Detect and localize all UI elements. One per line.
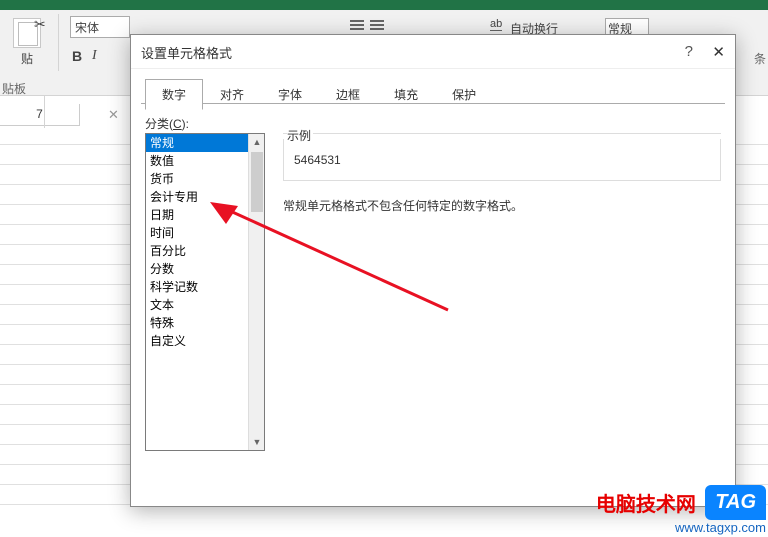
wrap-icon: ab xyxy=(490,18,502,31)
watermark-tag: TAG xyxy=(705,485,766,520)
watermark-cn: 电脑技术网 xyxy=(596,488,696,517)
format-description: 常规单元格格式不包含任何特定的数字格式。 xyxy=(283,197,523,214)
clipboard-group-label: 贴板 xyxy=(2,80,26,97)
cut-icon[interactable]: ✂ xyxy=(34,16,46,33)
sample-value: 5464531 xyxy=(294,153,341,167)
watermark-url: www.tagxp.com xyxy=(596,520,766,535)
tab-font[interactable]: 字体 xyxy=(261,79,319,110)
category-item-accounting[interactable]: 会计专用 xyxy=(146,188,264,206)
scroll-down-icon[interactable]: ▼ xyxy=(249,434,265,450)
scroll-up-icon[interactable]: ▲ xyxy=(249,134,265,150)
category-label-text: 分类( xyxy=(145,117,173,131)
name-box[interactable]: 7 xyxy=(0,104,80,126)
format-cells-dialog: 设置单元格格式 ? ✕ 数字 对齐 字体 边框 填充 保护 分类(C): 常规 … xyxy=(130,34,736,507)
tab-alignment[interactable]: 对齐 xyxy=(203,79,261,110)
category-item-date[interactable]: 日期 xyxy=(146,206,264,224)
category-label: 分类(C): xyxy=(145,115,721,132)
watermark: 电脑技术网 TAG www.tagxp.com xyxy=(596,485,766,535)
category-listbox[interactable]: 常规 数值 货币 会计专用 日期 时间 百分比 分数 科学记数 文本 特殊 自定… xyxy=(145,133,265,451)
paste-label: 贴 xyxy=(4,50,50,67)
category-item-currency[interactable]: 货币 xyxy=(146,170,264,188)
category-label-text: ): xyxy=(182,117,189,131)
align-icon[interactable] xyxy=(350,20,364,31)
tab-number[interactable]: 数字 xyxy=(145,79,203,110)
category-item-text[interactable]: 文本 xyxy=(146,296,264,314)
category-item-number[interactable]: 数值 xyxy=(146,152,264,170)
tab-underline xyxy=(141,103,725,104)
tab-fill[interactable]: 填充 xyxy=(377,79,435,110)
group-separator xyxy=(58,14,59,71)
category-item-special[interactable]: 特殊 xyxy=(146,314,264,332)
category-item-fraction[interactable]: 分数 xyxy=(146,260,264,278)
styles-group-label: 条 xyxy=(754,50,766,67)
category-item-percentage[interactable]: 百分比 xyxy=(146,242,264,260)
category-label-key: C xyxy=(173,117,182,131)
listbox-scrollbar[interactable]: ▲ ▼ xyxy=(248,134,264,450)
dialog-body: 分类(C): 常规 数值 货币 会计专用 日期 时间 百分比 分数 科学记数 文… xyxy=(145,115,721,492)
tab-protection[interactable]: 保护 xyxy=(435,79,493,110)
scroll-thumb[interactable] xyxy=(251,152,263,212)
align-icon[interactable] xyxy=(370,20,384,31)
category-item-custom[interactable]: 自定义 xyxy=(146,332,264,350)
bold-button[interactable]: B xyxy=(72,48,82,64)
dialog-title: 设置单元格格式 xyxy=(131,35,735,69)
category-item-scientific[interactable]: 科学记数 xyxy=(146,278,264,296)
tab-border[interactable]: 边框 xyxy=(319,79,377,110)
cancel-formula-icon[interactable]: ✕ xyxy=(108,107,119,123)
font-name-combo[interactable]: 宋体 xyxy=(70,16,130,38)
sample-frame: 5464531 xyxy=(283,133,721,181)
italic-button[interactable]: I xyxy=(92,48,97,64)
category-item-time[interactable]: 时间 xyxy=(146,224,264,242)
category-item-general[interactable]: 常规 xyxy=(146,134,264,152)
app-titlebar xyxy=(0,0,768,10)
help-button[interactable]: ? xyxy=(685,43,693,60)
close-button[interactable]: ✕ xyxy=(712,43,725,61)
